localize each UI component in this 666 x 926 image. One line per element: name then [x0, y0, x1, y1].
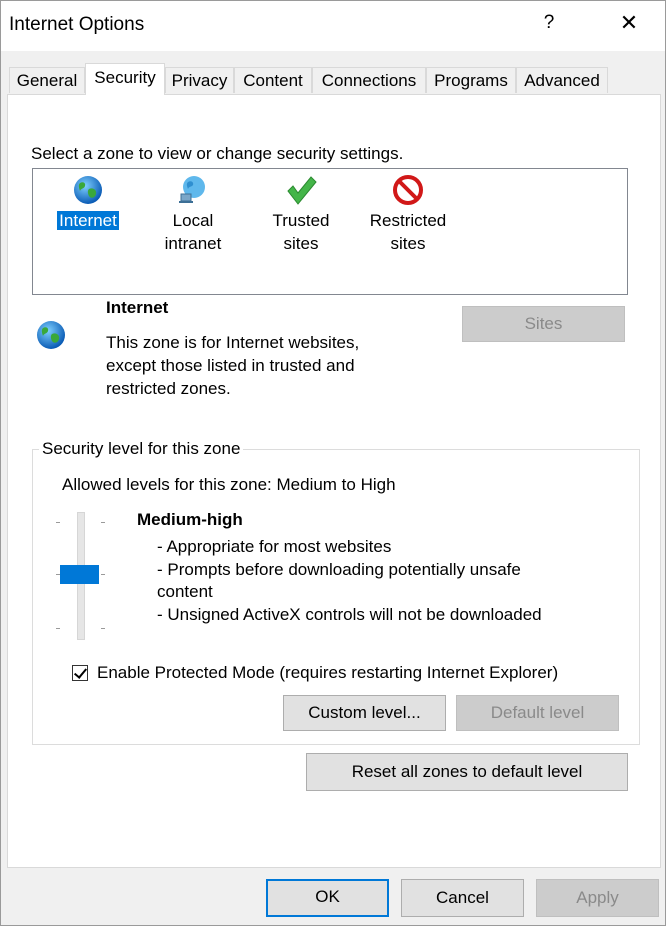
select-zone-label: Select a zone to view or change security…: [31, 144, 404, 163]
zone-list: Internet Local intranet Trusted sites Re…: [32, 168, 628, 295]
security-level-bullet: - Prompts before downloading potentially…: [157, 559, 521, 579]
help-button[interactable]: ?: [535, 12, 563, 34]
protected-mode-label: Enable Protected Mode (requires restarti…: [97, 663, 559, 682]
sites-button[interactable]: Sites: [462, 306, 625, 342]
globe-icon: [37, 321, 65, 349]
tab-programs[interactable]: Programs: [426, 67, 516, 93]
cancel-button[interactable]: Cancel: [401, 879, 524, 917]
ok-button[interactable]: OK: [266, 879, 389, 917]
zone-description-line: except those listed in trusted and: [106, 356, 355, 375]
tab-security[interactable]: Security: [85, 63, 165, 95]
slider-tick: [56, 522, 60, 523]
green-check-icon: [287, 176, 317, 205]
zone-local-intranet-label-2: intranet: [164, 234, 222, 253]
window-title: Internet Options: [9, 14, 145, 35]
tab-strip: General Security Privacy Content Connect…: [1, 51, 665, 95]
globe-icon: [74, 176, 102, 204]
zone-trusted-label-2: sites: [283, 234, 319, 253]
slider-tick: [101, 522, 105, 523]
security-level-legend: Security level for this zone: [39, 439, 244, 459]
title-bar: Internet Options ? ✕: [1, 1, 665, 51]
slider-tick: [101, 574, 105, 575]
tab-connections[interactable]: Connections: [312, 67, 426, 93]
custom-level-button[interactable]: Custom level...: [283, 695, 446, 731]
zone-name: Internet: [106, 298, 169, 317]
tab-privacy[interactable]: Privacy: [165, 67, 234, 93]
slider-tick: [101, 628, 105, 629]
protected-mode-checkbox[interactable]: [72, 665, 88, 681]
zone-trusted-label-1: Trusted: [272, 211, 330, 230]
tab-general[interactable]: General: [9, 67, 85, 93]
security-level-bullet: - Appropriate for most websites: [157, 537, 392, 556]
zone-description: This zone is for Internet websites, exce…: [106, 331, 359, 400]
security-level-bullets: - Appropriate for most websites - Prompt…: [157, 536, 542, 626]
default-level-button[interactable]: Default level: [456, 695, 619, 731]
zone-local-intranet-label-1: Local: [172, 211, 214, 230]
network-globe-icon: [179, 176, 205, 203]
security-tab-panel: Select a zone to view or change security…: [7, 94, 661, 868]
security-level-slider-thumb[interactable]: [60, 565, 99, 584]
security-level-bullet: content: [157, 582, 213, 601]
zone-restricted-label-1: Restricted: [369, 211, 447, 230]
allowed-levels-label: Allowed levels for this zone: Medium to …: [62, 475, 396, 494]
zone-description-line: restricted zones.: [106, 379, 231, 398]
tab-advanced[interactable]: Advanced: [516, 67, 608, 93]
red-prohibited-icon: [393, 175, 423, 205]
security-level-group: Security level for this zone Allowed lev…: [32, 439, 640, 745]
zone-description-line: This zone is for Internet websites,: [106, 333, 360, 352]
security-level-bullet: - Unsigned ActiveX controls will not be …: [157, 604, 542, 624]
reset-all-zones-button[interactable]: Reset all zones to default level: [306, 753, 628, 791]
zone-internet-label: Internet: [57, 211, 119, 230]
security-level-name: Medium-high: [137, 510, 243, 529]
tab-content[interactable]: Content: [234, 67, 312, 93]
close-button[interactable]: ✕: [615, 10, 643, 36]
apply-button[interactable]: Apply: [536, 879, 659, 917]
zone-restricted-label-2: sites: [390, 234, 426, 253]
internet-options-dialog: Internet Options ? ✕ General Security Pr…: [0, 0, 666, 926]
slider-tick: [56, 628, 60, 629]
